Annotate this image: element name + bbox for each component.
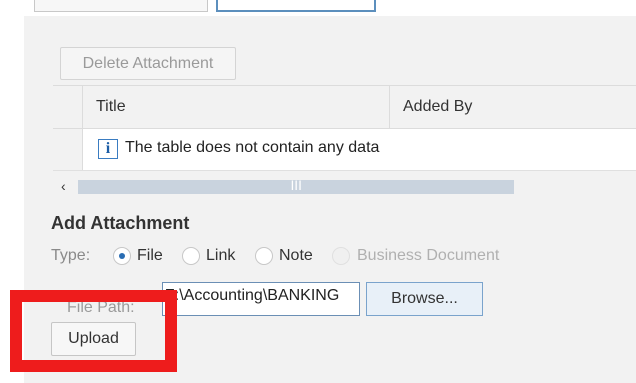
horizontal-scrollbar[interactable]: ‹ |||: [53, 178, 636, 198]
radio-note[interactable]: [255, 247, 273, 265]
radio-link-label[interactable]: Link: [206, 247, 235, 265]
file-path-input[interactable]: Z:\Accounting\BANKING: [162, 282, 360, 316]
tab-strip: [0, 0, 636, 16]
radio-file[interactable]: [113, 247, 131, 265]
highlight-box: [10, 290, 177, 372]
column-header-added-by[interactable]: Added By: [403, 98, 472, 116]
radio-link[interactable]: [182, 247, 200, 265]
radio-file-label[interactable]: File: [137, 247, 163, 265]
no-data-message: The table does not contain any data: [125, 139, 380, 156]
select-all-column[interactable]: [53, 86, 83, 128]
column-divider: [389, 86, 390, 128]
radio-note-label[interactable]: Note: [279, 247, 313, 265]
delete-attachment-button[interactable]: Delete Attachment: [60, 47, 236, 80]
type-label: Type:: [51, 247, 91, 264]
info-icon: i: [98, 139, 118, 159]
tab-active[interactable]: [216, 0, 376, 12]
scroll-grip-icon: |||: [291, 180, 303, 191]
radio-business-document: [332, 247, 350, 265]
add-attachment-title: Add Attachment: [51, 213, 190, 233]
row-selector: [53, 129, 83, 170]
table-row: i The table does not contain any data: [53, 129, 636, 171]
type-radio-group: Type: File Link Note Business Document: [51, 246, 636, 268]
column-header-title[interactable]: Title: [96, 98, 126, 116]
browse-button[interactable]: Browse...: [366, 282, 483, 316]
radio-business-document-label: Business Document: [357, 247, 500, 264]
tab-inactive[interactable]: [34, 0, 208, 12]
scroll-left-icon[interactable]: ‹: [61, 178, 66, 194]
table-header: Title Added By: [53, 85, 636, 129]
